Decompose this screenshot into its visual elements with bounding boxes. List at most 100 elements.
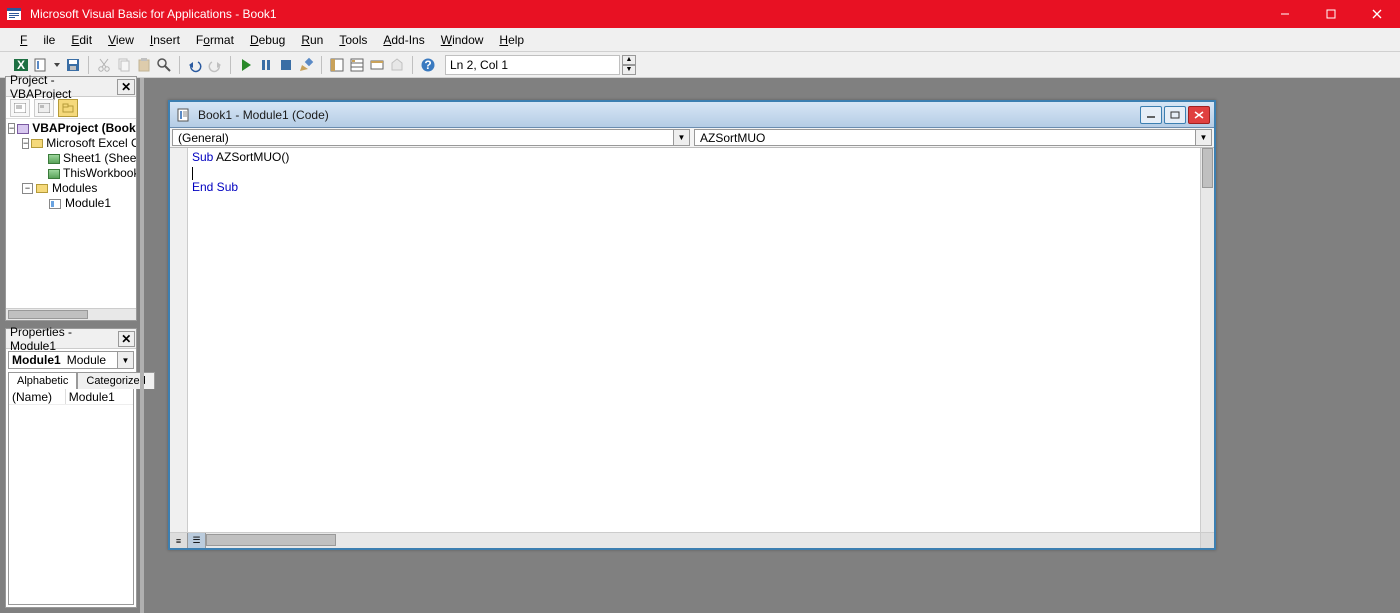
menu-file[interactable]: File [12, 30, 63, 50]
properties-close-icon[interactable]: ✕ [118, 331, 135, 347]
design-mode-icon[interactable] [297, 56, 315, 74]
properties-object-combo[interactable]: Module1 Module ▼ [8, 351, 134, 369]
project-explorer-title: Project - VBAProject ✕ [6, 77, 136, 97]
code-window-title-text: Book1 - Module1 (Code) [198, 108, 329, 122]
tree-thisworkbook[interactable]: ThisWorkbook [8, 166, 136, 181]
titlebar-text: Microsoft Visual Basic for Applications … [30, 7, 1262, 21]
menu-tools[interactable]: Tools [331, 30, 375, 50]
properties-title: Properties - Module1 ✕ [6, 329, 136, 349]
collapse-icon[interactable]: − [8, 123, 15, 134]
position-spinner[interactable]: ▲▼ [622, 55, 636, 75]
tree-modules[interactable]: − Modules [8, 181, 136, 196]
code-editor[interactable]: Sub AZSortMUO() End Sub [188, 148, 1214, 532]
properties-tabs: Alphabetic Categorized [8, 371, 134, 388]
code-margin[interactable] [170, 148, 188, 532]
mdi-client-area: Project - VBAProject ✕ − VBAProject (Boo… [0, 78, 1400, 613]
maximize-button[interactable] [1308, 0, 1354, 28]
tree-module1[interactable]: Module1 [8, 196, 136, 211]
menu-help[interactable]: Help [491, 30, 532, 50]
project-explorer-close-icon[interactable]: ✕ [117, 79, 135, 95]
object-combo[interactable]: (General) ▼ [172, 129, 690, 146]
tree-thisworkbook-label: ThisWorkbook [63, 166, 136, 181]
code-horizontal-scrollbar[interactable] [206, 533, 1200, 548]
copy-icon[interactable] [115, 56, 133, 74]
folder-icon [35, 183, 49, 195]
tree-excel-objects[interactable]: − Microsoft Excel Objects [8, 136, 136, 151]
procedure-combo[interactable]: AZSortMUO ▼ [694, 129, 1212, 146]
menubar: File Edit View Insert Format Debug Run T… [0, 28, 1400, 52]
object-browser-icon[interactable] [368, 56, 386, 74]
properties-grid: (Name) Module1 [8, 388, 134, 605]
save-icon[interactable] [64, 56, 82, 74]
stop-icon[interactable] [277, 56, 295, 74]
code-sub-signature: AZSortMUO() [213, 150, 289, 164]
view-excel-icon[interactable]: X [12, 56, 30, 74]
properties-icon[interactable] [348, 56, 366, 74]
view-code-icon[interactable] [10, 99, 30, 117]
cut-icon[interactable] [95, 56, 113, 74]
close-button[interactable] [1354, 0, 1400, 28]
property-name-value[interactable]: Module1 [65, 389, 133, 404]
view-object-icon[interactable] [34, 99, 54, 117]
menu-run[interactable]: Run [293, 30, 331, 50]
worksheet-icon [48, 153, 60, 165]
property-row-name[interactable]: (Name) Module1 [9, 389, 133, 405]
dropdown-arrow-icon[interactable]: ▼ [673, 130, 689, 145]
tab-alphabetic[interactable]: Alphabetic [8, 372, 77, 389]
menu-format[interactable]: Format [188, 30, 242, 50]
tree-sheet1[interactable]: Sheet1 (Sheet1) [8, 151, 136, 166]
help-icon[interactable]: ? [419, 56, 437, 74]
toolbox-icon[interactable] [388, 56, 406, 74]
object-combo-value: (General) [178, 131, 229, 145]
full-module-view-icon[interactable]: ☰ [188, 533, 206, 548]
resize-grip[interactable] [1200, 532, 1214, 548]
code-module-icon [176, 107, 192, 123]
code-maximize-button[interactable] [1164, 106, 1186, 124]
menu-view[interactable]: View [100, 30, 142, 50]
tree-module1-label: Module1 [65, 196, 111, 211]
project-hscroll[interactable] [6, 308, 136, 320]
procedure-view-icon[interactable]: ≡ [170, 533, 188, 548]
svg-text:?: ? [424, 58, 431, 72]
minimize-button[interactable] [1262, 0, 1308, 28]
properties-object-name: Module1 [12, 353, 61, 367]
paste-icon[interactable] [135, 56, 153, 74]
titlebar: Microsoft Visual Basic for Applications … [0, 0, 1400, 28]
collapse-icon[interactable]: − [22, 138, 29, 149]
keyword-sub: Sub [192, 150, 213, 164]
find-icon[interactable] [155, 56, 173, 74]
insert-module-icon[interactable] [32, 56, 50, 74]
app-icon [6, 6, 22, 22]
vbaproject-icon [17, 123, 29, 135]
dropdown-arrow-icon[interactable]: ▼ [1195, 130, 1211, 145]
toggle-folders-icon[interactable] [58, 99, 78, 117]
property-name-key: (Name) [9, 389, 65, 404]
menu-insert[interactable]: Insert [142, 30, 188, 50]
cursor-position-text: Ln 2, Col 1 [450, 58, 508, 72]
code-combo-bar: (General) ▼ AZSortMUO ▼ [170, 128, 1214, 148]
collapse-icon[interactable]: − [22, 183, 33, 194]
tree-root[interactable]: − VBAProject (Book1) [8, 121, 136, 136]
code-body: Sub AZSortMUO() End Sub [170, 148, 1214, 532]
project-explorer-icon[interactable] [328, 56, 346, 74]
menu-addins[interactable]: Add-Ins [375, 30, 432, 50]
project-explorer-panel: Project - VBAProject ✕ − VBAProject (Boo… [5, 76, 137, 321]
text-caret [192, 167, 193, 180]
dropdown-arrow-icon[interactable] [52, 56, 62, 74]
dropdown-arrow-icon[interactable]: ▼ [117, 352, 133, 368]
redo-icon[interactable] [206, 56, 224, 74]
undo-icon[interactable] [186, 56, 204, 74]
code-close-button[interactable] [1188, 106, 1210, 124]
toolbar: X ? Ln 2, Col 1 ▲▼ [0, 52, 1400, 78]
vertical-splitter[interactable] [140, 78, 144, 613]
menu-edit[interactable]: Edit [63, 30, 100, 50]
menu-debug[interactable]: Debug [242, 30, 293, 50]
menu-window[interactable]: Window [433, 30, 492, 50]
code-window-titlebar[interactable]: Book1 - Module1 (Code) [170, 102, 1214, 128]
code-vertical-scrollbar[interactable] [1200, 148, 1214, 532]
code-bottom-bar: ≡ ☰ [170, 532, 1200, 548]
project-explorer-title-text: Project - VBAProject [10, 73, 117, 101]
code-minimize-button[interactable] [1140, 106, 1162, 124]
run-icon[interactable] [237, 56, 255, 74]
pause-icon[interactable] [257, 56, 275, 74]
